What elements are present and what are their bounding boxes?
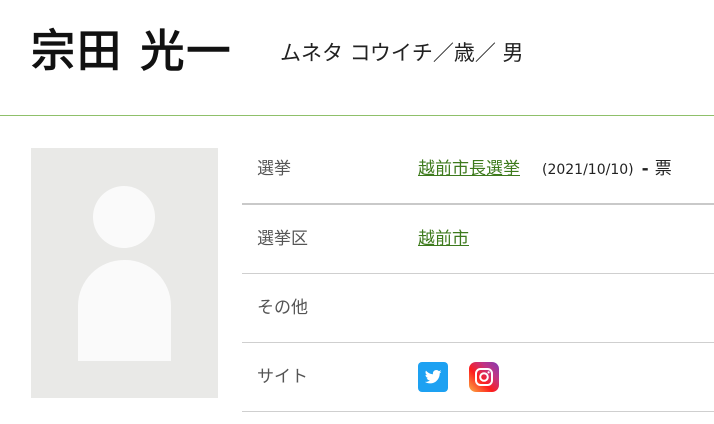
election-link[interactable]: 越前市長選挙 <box>418 159 520 179</box>
row-district-value: 越前市 <box>418 205 469 274</box>
avatar-head-shape <box>93 186 155 248</box>
instagram-icon[interactable] <box>469 362 500 392</box>
row-site-label: サイト <box>257 367 308 387</box>
profile-header: 宗田 光一 ムネタ コウイチ／歳／ 男 <box>0 0 714 116</box>
row-other-label: その他 <box>257 298 308 318</box>
votes-value: 票 <box>654 159 672 179</box>
row-site: サイト <box>242 343 714 412</box>
row-other: その他 <box>242 274 714 343</box>
row-election-value: 越前市長選挙 (2021/10/10) - 票 <box>418 134 672 206</box>
candidate-name: 宗田 光一 <box>31 26 233 77</box>
row-district-label: 選挙区 <box>257 229 308 249</box>
candidate-profile-page: 宗田 光一 ムネタ コウイチ／歳／ 男 選挙 越前市長選挙 (2021/10/10… <box>0 0 714 424</box>
site-icons <box>418 362 515 394</box>
row-election: 選挙 越前市長選挙 (2021/10/10) - 票 <box>242 134 714 205</box>
row-district: 選挙区 越前市 <box>242 205 714 274</box>
row-election-label: 選挙 <box>257 159 291 179</box>
candidate-kana-age-gender: ムネタ コウイチ／歳／ 男 <box>280 41 524 65</box>
district-link[interactable]: 越前市 <box>418 229 469 249</box>
avatar-body-shape <box>78 260 171 361</box>
profile-info-table: 選挙 越前市長選挙 (2021/10/10) - 票 選挙区 越前市 その他 サイト <box>242 134 714 412</box>
avatar-placeholder <box>31 148 218 398</box>
twitter-icon[interactable] <box>418 362 448 392</box>
election-date: (2021/10/10) <box>542 162 634 178</box>
votes-dash: - <box>641 159 649 179</box>
